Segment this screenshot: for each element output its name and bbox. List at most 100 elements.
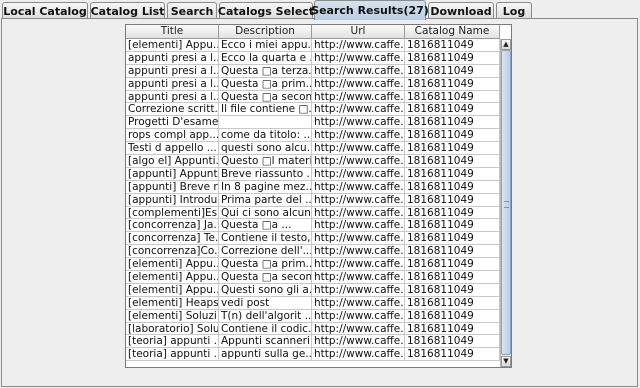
cell-url: http://www.caffe... xyxy=(312,206,405,220)
column-header-description[interactable]: Description xyxy=(219,25,312,39)
cell-catalog-name: 1816811049 xyxy=(405,64,500,78)
table-row[interactable]: appunti presi a l... Questa □a terza... ht… xyxy=(126,64,500,78)
arrow-down-icon[interactable]: ▼ xyxy=(501,356,511,367)
table-row[interactable]: [appunti] Appunt... Breve riassunto ... ht… xyxy=(126,167,500,181)
cell-title: [elementi] Soluzi... xyxy=(126,309,219,323)
table-row[interactable]: [algo el] Appunti...Questo □l materi...h… xyxy=(126,155,500,168)
arrow-up-icon[interactable]: ▲ xyxy=(501,39,511,50)
cell-catalog-name: 1816811049 xyxy=(405,258,500,272)
cell-url: http://www.caffe... xyxy=(312,296,405,310)
cell-url: http://www.caffe... xyxy=(312,348,405,362)
table-row[interactable]: [teoria] appunti ... Appunti scanneri... h… xyxy=(126,335,500,349)
table-row[interactable]: Testi d appello ... questi sono alcu... ht… xyxy=(126,142,500,156)
table-row[interactable]: rops compl app... come da titolo: ... http… xyxy=(126,129,500,143)
table-header: Title Description Url Catalog Name xyxy=(126,25,500,39)
cell-description: Questo □l materi... xyxy=(219,155,312,168)
table-row[interactable]: [concorrenza]Co... Correzione dell'... htt… xyxy=(126,245,500,259)
table-row[interactable]: [elementi] Heaps... vedi post http://www.c… xyxy=(126,296,500,310)
table-row[interactable]: [elementi] Appu...Questa □a secon...http… xyxy=(126,271,500,284)
cell-title: Correzione scritt... xyxy=(126,103,219,117)
cell-catalog-name: 1816811049 xyxy=(405,271,500,284)
tab-download[interactable]: Download xyxy=(428,2,494,19)
cell-description: Ecco la quarta e ... xyxy=(219,51,312,65)
column-header-catalog-name[interactable]: Catalog Name xyxy=(405,25,500,39)
cell-description: Contiene il codic... xyxy=(219,322,312,336)
cell-description: Questa □a ... xyxy=(219,219,312,233)
cell-catalog-name: 1816811049 xyxy=(405,232,500,246)
cell-title: [algo el] Appunti... xyxy=(126,155,219,168)
table-row[interactable]: appunti presi a l... Questa □a prim... htt… xyxy=(126,77,500,91)
cell-description: In 8 pagine mez... xyxy=(219,180,312,194)
vertical-scrollbar[interactable]: ▲ ▼ xyxy=(500,39,511,367)
table-row[interactable]: [elementi] Soluzi... T(n) dell'algorit ..… xyxy=(126,309,500,323)
table-row[interactable]: [appunti] Introdu... Prima parte del ... h… xyxy=(126,193,500,207)
column-header-title[interactable]: Title xyxy=(126,25,219,39)
cell-url: http://www.caffe... xyxy=(312,129,405,143)
tab-catalogs-select[interactable]: Catalogs Select xyxy=(218,2,314,19)
cell-title: [teoria] appunti ... xyxy=(126,348,219,362)
tab-search[interactable]: Search xyxy=(167,2,217,19)
cell-catalog-name: 1816811049 xyxy=(405,206,500,220)
cell-description: Questa □a terza... xyxy=(219,64,312,78)
cell-title: [appunti] Introdu... xyxy=(126,193,219,207)
table-row[interactable]: [elementi] Appu... Questa □a prim... http:… xyxy=(126,258,500,272)
table-row[interactable]: [laboratorio] Solu...Contiene il codic..… xyxy=(126,322,500,336)
cell-title: [elementi] Appu... xyxy=(126,283,219,297)
cell-title: [elementi] Appu... xyxy=(126,271,219,284)
cell-catalog-name: 1816811049 xyxy=(405,90,500,104)
cell-title: appunti presi a l... xyxy=(126,77,219,91)
table-row[interactable]: [complementi]Es... Qui ci sono alcun... ht… xyxy=(126,206,500,220)
table-row[interactable]: [concorrenza] Te... Contiene il testo,...… xyxy=(126,232,500,246)
cell-url: http://www.caffe... xyxy=(312,335,405,349)
cell-title: [complementi]Es... xyxy=(126,206,219,220)
cell-title: [concorrenza] Te... xyxy=(126,232,219,246)
cell-url: http://www.caffe... xyxy=(312,271,405,284)
tab-local-catalog[interactable]: Local Catalog xyxy=(2,2,88,19)
table-row[interactable]: appunti presi a l... Ecco la quarta e ...… xyxy=(126,51,500,65)
cell-description: Correzione dell'... xyxy=(219,245,312,259)
cell-url: http://www.caffe... xyxy=(312,142,405,156)
cell-title: [concorrenza]Co... xyxy=(126,245,219,259)
table-row[interactable]: [appunti] Breve r... In 8 pagine mez... ht… xyxy=(126,180,500,194)
cell-description: Breve riassunto ... xyxy=(219,167,312,181)
cell-catalog-name: 1816811049 xyxy=(405,219,500,233)
scrollbar-thumb[interactable] xyxy=(501,50,511,355)
table-row[interactable]: Correzione scritt... Il file contiene □..… xyxy=(126,103,500,117)
cell-catalog-name: 1816811049 xyxy=(405,155,500,168)
table-body: [elementi] Appu... Ecco i miei appu... htt… xyxy=(126,39,500,362)
cell-catalog-name: 1816811049 xyxy=(405,348,500,362)
cell-title: appunti presi a l... xyxy=(126,64,219,78)
cell-title: Progetti D'esame... xyxy=(126,116,219,130)
cell-url: http://www.caffe... xyxy=(312,322,405,336)
tab-search-results[interactable]: Search Results(27) xyxy=(311,0,429,20)
cell-url: http://www.caffe... xyxy=(312,39,405,52)
column-header-url[interactable]: Url xyxy=(312,25,405,39)
table-row[interactable]: [elementi] Appu... Ecco i miei appu... htt… xyxy=(126,39,500,52)
cell-catalog-name: 1816811049 xyxy=(405,180,500,194)
cell-title: Testi d appello ... xyxy=(126,142,219,156)
cell-catalog-name: 1816811049 xyxy=(405,116,500,130)
cell-title: appunti presi a l... xyxy=(126,90,219,104)
table-row[interactable]: [concorrenza] Ja... Questa □a ... http://w… xyxy=(126,219,500,233)
cell-description: vedi post xyxy=(219,296,312,310)
cell-title: [elementi] Appu... xyxy=(126,39,219,52)
tab-bar: Local Catalog Catalog List Search Catalo… xyxy=(0,0,640,20)
tab-log[interactable]: Log xyxy=(496,2,532,19)
cell-url: http://www.caffe... xyxy=(312,167,405,181)
cell-description: Prima parte del ... xyxy=(219,193,312,207)
cell-title: [appunti] Breve r... xyxy=(126,180,219,194)
table-row[interactable]: Progetti D'esame... http://www.caffe... 18… xyxy=(126,116,500,130)
cell-catalog-name: 1816811049 xyxy=(405,39,500,52)
cell-description: come da titolo: ... xyxy=(219,129,312,143)
cell-catalog-name: 1816811049 xyxy=(405,335,500,349)
tab-catalog-list[interactable]: Catalog List xyxy=(90,2,165,19)
table-row[interactable]: [elementi] Appu... Questi sono gli a... ht… xyxy=(126,283,500,297)
table-row[interactable]: [teoria] appunti ... appunti sulla ge... h… xyxy=(126,348,500,362)
cell-title: [laboratorio] Solu... xyxy=(126,322,219,336)
cell-title: [elementi] Heaps... xyxy=(126,296,219,310)
cell-title: rops compl app... xyxy=(126,129,219,143)
cell-url: http://www.caffe... xyxy=(312,180,405,194)
cell-url: http://www.caffe... xyxy=(312,64,405,78)
cell-catalog-name: 1816811049 xyxy=(405,129,500,143)
table-row[interactable]: appunti presi a l...Questa □a secon...ht… xyxy=(126,90,500,104)
